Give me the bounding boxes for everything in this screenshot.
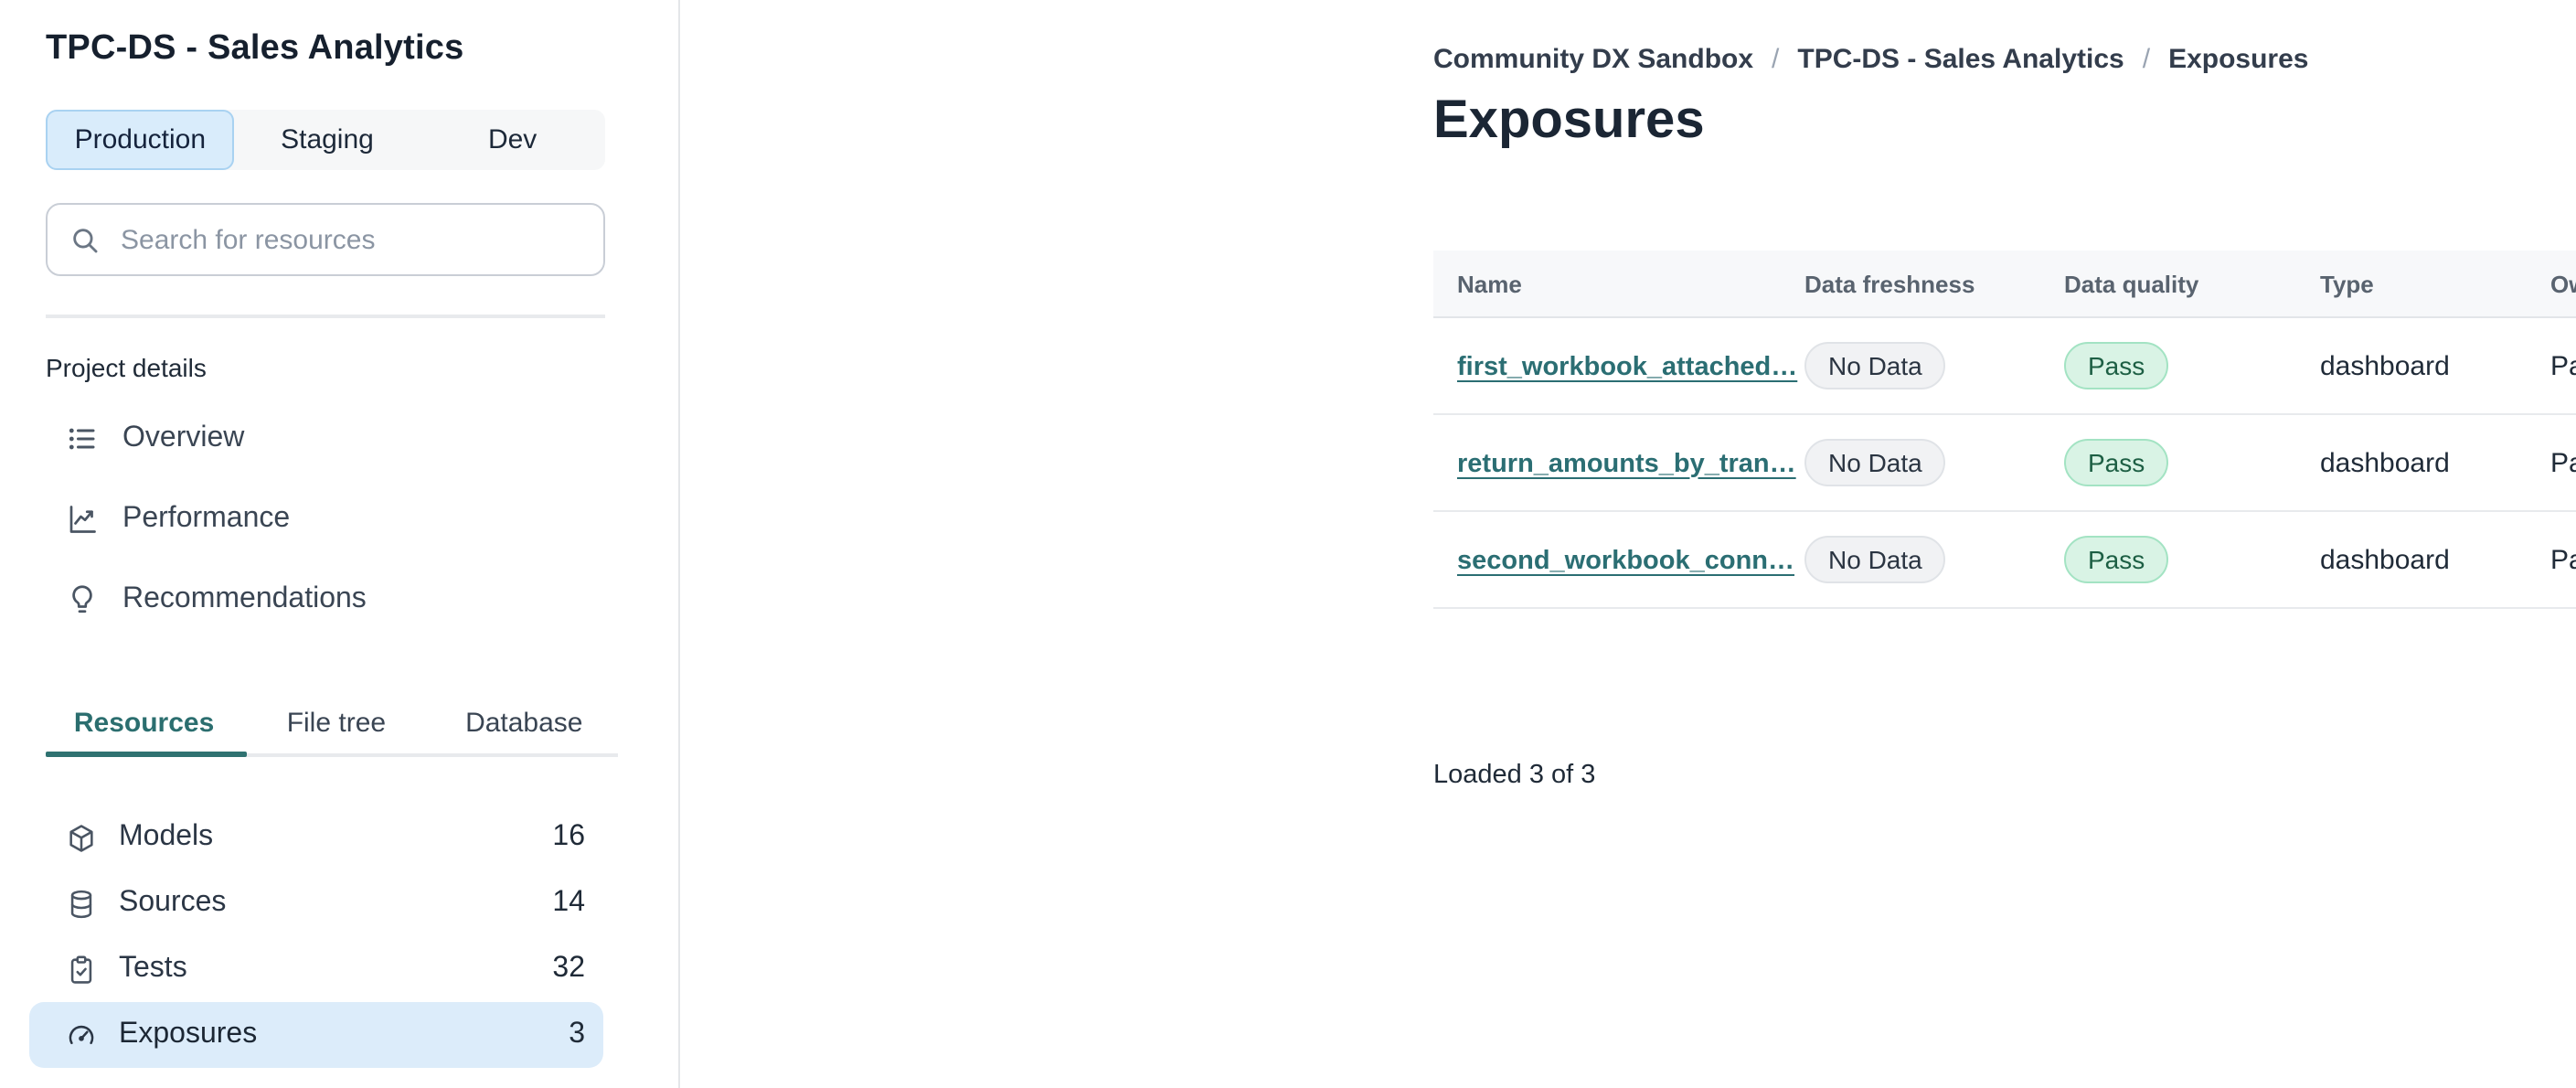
breadcrumb-project[interactable]: TPC-DS - Sales Analytics: [1797, 44, 2124, 75]
resource-label: Tests: [119, 953, 187, 984]
sidebar-resource-sources[interactable]: Sources 14: [29, 870, 603, 936]
column-header-owner: Owner: [2550, 270, 2576, 297]
package-icon: [66, 822, 97, 853]
resource-search: [46, 203, 605, 276]
exposure-name-link[interactable]: second_workbook_conn…: [1457, 546, 1794, 575]
resource-count: 32: [552, 953, 585, 984]
resource-count: 14: [552, 887, 585, 918]
freshness-badge: No Data: [1804, 342, 1946, 389]
breadcrumb-current: Exposures: [2168, 44, 2309, 75]
exposures-table: Name Data freshness Data quality Type Ow…: [1433, 251, 2576, 609]
resource-count: 16: [552, 821, 585, 852]
sidebar-item-overview[interactable]: Overview: [46, 399, 605, 479]
sidebar-item-label: Performance: [122, 503, 291, 534]
resource-label: Models: [119, 821, 214, 852]
lightbulb-icon: [66, 583, 99, 616]
resource-count: 3: [569, 1019, 585, 1050]
sidebar-resource-exposures[interactable]: Exposures 3: [29, 1002, 603, 1068]
sidebar-item-label: Recommendations: [122, 583, 367, 614]
env-tab-staging[interactable]: Staging: [235, 110, 420, 170]
table-header-row: Name Data freshness Data quality Type Ow…: [1433, 251, 2576, 318]
active-tab-underline: [46, 752, 247, 757]
resource-tabs: Resources File tree Database: [46, 695, 618, 757]
column-header-data-quality: Data quality: [2064, 270, 2199, 297]
gauge-icon: [66, 1019, 97, 1051]
sidebar-item-performance[interactable]: Performance: [46, 479, 605, 560]
app-window: TPC-DS - Sales Analytics Production Stag…: [0, 0, 2576, 1088]
environment-tabs: Production Staging Dev: [46, 110, 605, 170]
owner-cell: Partner Engineering: [2550, 350, 2576, 381]
tab-file-tree[interactable]: File tree: [242, 695, 430, 752]
sidebar-resource-item-partial[interactable]: [29, 1083, 603, 1088]
table-body: first_workbook_attached… No Data Pass da…: [1433, 318, 2576, 609]
sidebar-divider: [46, 315, 605, 318]
table-row: return_amounts_by_tran… No Data Pass das…: [1433, 415, 2576, 512]
breadcrumb-account[interactable]: Community DX Sandbox: [1433, 44, 1753, 75]
main-content: Community DX Sandbox / TPC-DS - Sales An…: [680, 0, 2576, 1088]
sidebar-item-recommendations[interactable]: Recommendations: [46, 560, 605, 640]
type-cell: dashboard: [2320, 544, 2450, 575]
breadcrumb-separator: /: [1772, 44, 1780, 75]
quality-badge: Pass: [2064, 342, 2169, 389]
breadcrumb-separator: /: [2142, 44, 2151, 75]
breadcrumb: Community DX Sandbox / TPC-DS - Sales An…: [1433, 44, 2308, 75]
database-icon: [66, 888, 97, 919]
column-header-data-freshness: Data freshness: [1804, 270, 1975, 297]
exposure-name-link[interactable]: first_workbook_attached…: [1457, 352, 1797, 381]
project-title: TPC-DS - Sales Analytics: [46, 29, 464, 68]
list-icon: [66, 422, 99, 455]
freshness-badge: No Data: [1804, 439, 1946, 486]
table-footer: Loaded 3 of 3 Show: 10 Rows: [1433, 739, 2576, 812]
project-nav: Overview Performance Recommendations: [46, 399, 605, 640]
sidebar: TPC-DS - Sales Analytics Production Stag…: [0, 0, 680, 1088]
tab-database[interactable]: Database: [431, 695, 618, 752]
quality-badge: Pass: [2064, 536, 2169, 583]
column-header-name: Name: [1457, 270, 1522, 297]
owner-cell: Partner Engineering: [2550, 447, 2576, 478]
env-tab-production[interactable]: Production: [46, 110, 235, 170]
clipboard-check-icon: [66, 954, 97, 985]
quality-badge: Pass: [2064, 439, 2169, 486]
project-details-label: Project details: [46, 353, 207, 382]
type-cell: dashboard: [2320, 350, 2450, 381]
freshness-badge: No Data: [1804, 536, 1946, 583]
owner-cell: Partner Engineering: [2550, 544, 2576, 575]
line-chart-icon: [66, 503, 99, 536]
resource-label: Exposures: [119, 1019, 258, 1050]
table-row: first_workbook_attached… No Data Pass da…: [1433, 318, 2576, 415]
type-cell: dashboard: [2320, 447, 2450, 478]
resource-list: Models 16 Sources 14 Tests 32 Exposures …: [29, 805, 603, 1088]
loaded-status: Loaded 3 of 3: [1433, 761, 1596, 790]
sidebar-resource-models[interactable]: Models 16: [29, 805, 603, 870]
column-header-type: Type: [2320, 270, 2374, 297]
page-title: Exposures: [1433, 91, 1705, 150]
table-row: second_workbook_conn… No Data Pass dashb…: [1433, 512, 2576, 609]
resource-label: Sources: [119, 887, 227, 918]
env-tab-dev[interactable]: Dev: [420, 110, 605, 170]
sidebar-resource-tests[interactable]: Tests 32: [29, 936, 603, 1002]
search-icon: [69, 224, 101, 255]
search-input[interactable]: [117, 222, 581, 257]
sidebar-item-label: Overview: [122, 422, 245, 453]
exposure-name-link[interactable]: return_amounts_by_tran…: [1457, 449, 1796, 478]
tab-resources[interactable]: Resources: [46, 695, 242, 752]
